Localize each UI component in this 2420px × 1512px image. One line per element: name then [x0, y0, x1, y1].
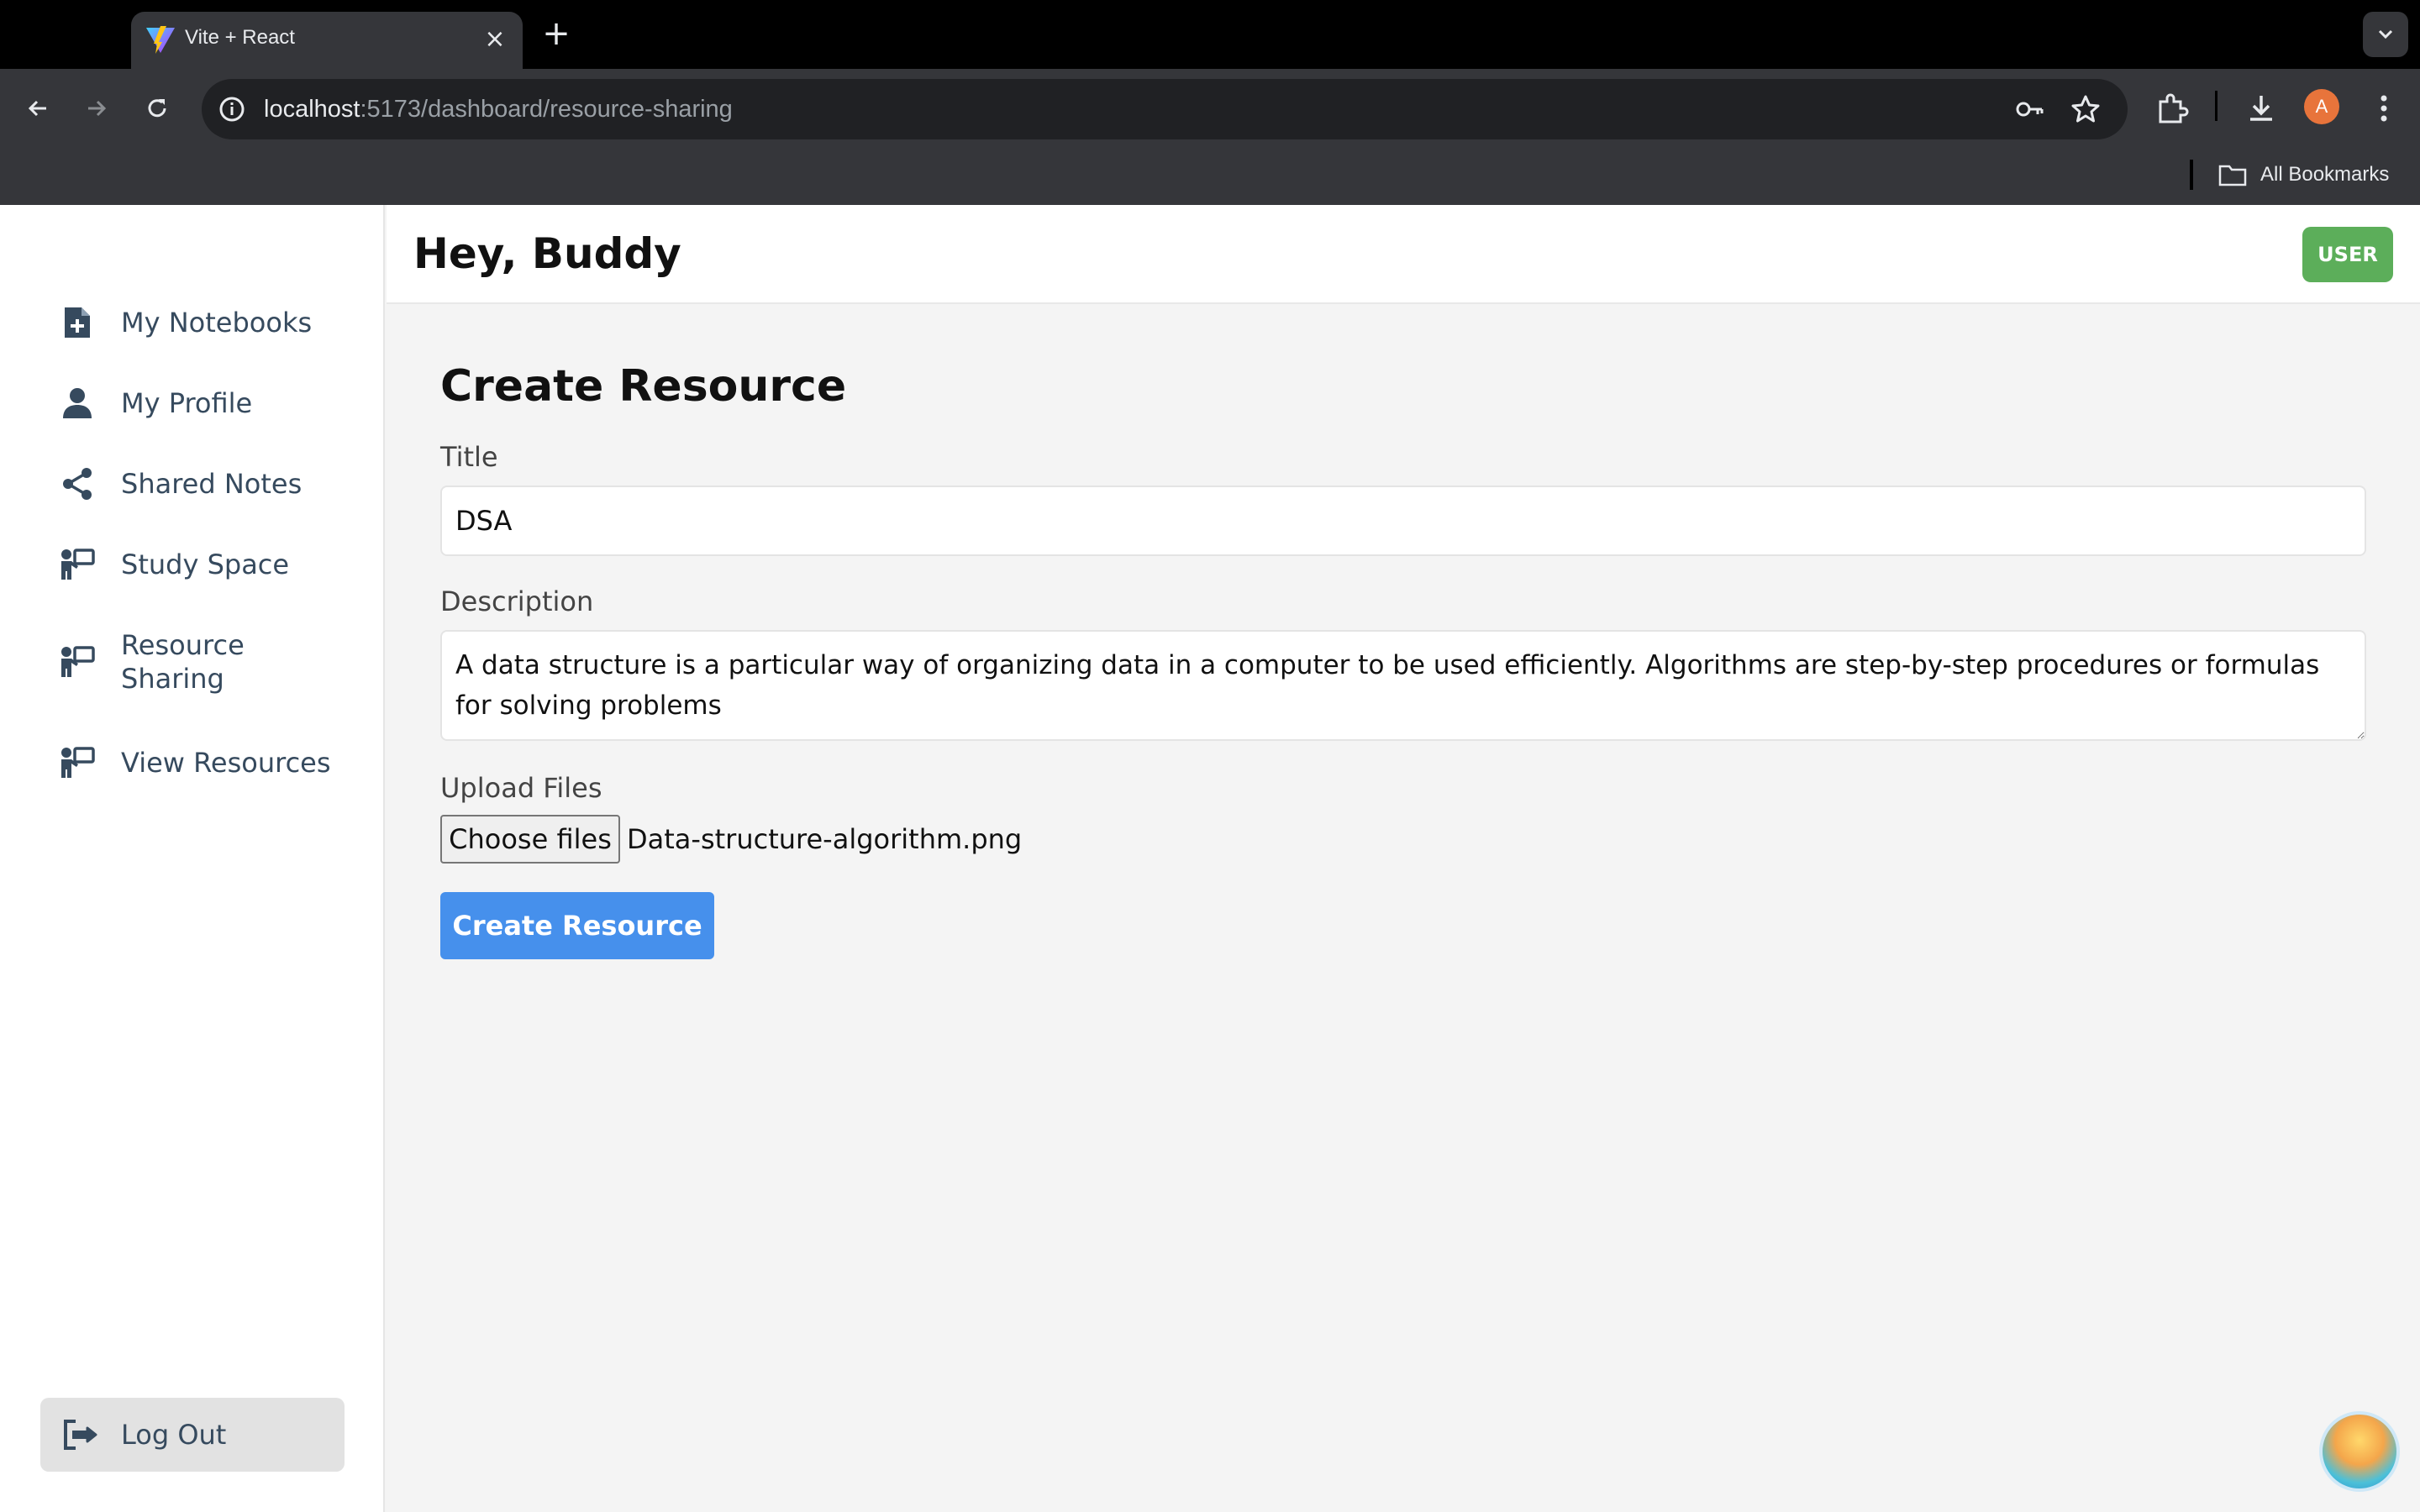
create-resource-button[interactable]: Create Resource — [440, 892, 714, 959]
browser-tabstrip: Vite + React × + — [0, 0, 2420, 69]
form-title: Create Resource — [440, 361, 847, 412]
description-label: Description — [440, 585, 594, 617]
back-button[interactable] — [17, 87, 59, 129]
presenter-icon — [57, 743, 97, 783]
site-info-icon[interactable] — [217, 94, 247, 124]
new-tab-plus-icon[interactable]: + — [538, 15, 575, 52]
sidebar-item-my-notebooks[interactable]: My Notebooks — [57, 302, 312, 343]
title-label: Title — [440, 441, 498, 473]
tab-search-button[interactable] — [2363, 12, 2408, 57]
tab-title: Vite + React — [185, 26, 295, 49]
arrow-right-icon — [88, 100, 107, 117]
sidebar-item-view-resources[interactable]: View Resources — [57, 743, 331, 783]
password-key-icon[interactable] — [2013, 92, 2047, 126]
vite-logo-icon — [146, 26, 175, 54]
bookmarks-separator — [2190, 160, 2193, 190]
extensions-puzzle-icon[interactable] — [2153, 89, 2191, 128]
browser-tab-active[interactable]: Vite + React × — [131, 12, 523, 69]
tab-close-icon[interactable]: × — [481, 25, 509, 54]
chevron-down-icon — [2378, 29, 2393, 39]
reload-button[interactable] — [136, 87, 178, 129]
sidebar-item-my-profile[interactable]: My Profile — [57, 383, 252, 423]
upload-files-label: Upload Files — [440, 772, 602, 804]
app-header: Hey, Buddy USER — [387, 205, 2420, 304]
forward-button[interactable] — [76, 87, 118, 129]
user-role-badge[interactable]: USER — [2302, 227, 2393, 282]
toolbar-separator — [2215, 91, 2217, 121]
bookmark-star-icon[interactable] — [2069, 92, 2102, 126]
choose-files-button[interactable]: Choose files — [440, 815, 620, 864]
logout-button[interactable]: Log Out — [40, 1398, 345, 1472]
sidebar-item-study-space[interactable]: Study Space — [57, 544, 289, 585]
logout-icon — [64, 1420, 97, 1450]
share-icon — [57, 464, 97, 504]
selected-file-name: Data-structure-algorithm.png — [627, 823, 1023, 855]
description-textarea[interactable]: A data structure is a particular way of … — [440, 630, 2366, 741]
floating-assistant-avatar[interactable] — [2319, 1411, 2400, 1492]
browser-toolbar: localhost:5173/dashboard/resource-sharin… — [0, 69, 2420, 205]
sidebar-item-resource-sharing[interactable]: Resource Sharing — [57, 628, 289, 696]
title-input[interactable] — [440, 486, 2366, 556]
greeting-title: Hey, Buddy — [413, 229, 681, 278]
address-bar[interactable]: localhost:5173/dashboard/resource-sharin… — [202, 79, 2128, 139]
sidebar-item-shared-notes[interactable]: Shared Notes — [57, 464, 302, 504]
kebab-menu-icon[interactable] — [2365, 89, 2403, 128]
sidebar: My Notebooks My Profile Shared Notes Stu… — [0, 205, 385, 1512]
user-icon — [57, 383, 97, 423]
reload-icon — [148, 99, 166, 118]
arrow-left-icon — [28, 100, 46, 117]
url-text: localhost:5173/dashboard/resource-sharin… — [264, 96, 733, 123]
profile-avatar[interactable]: A — [2304, 89, 2339, 124]
presenter-icon — [57, 544, 97, 585]
presenter-icon — [57, 642, 97, 682]
file-plus-icon — [57, 302, 97, 343]
folder-icon — [2218, 165, 2247, 186]
download-icon[interactable] — [2242, 89, 2281, 128]
